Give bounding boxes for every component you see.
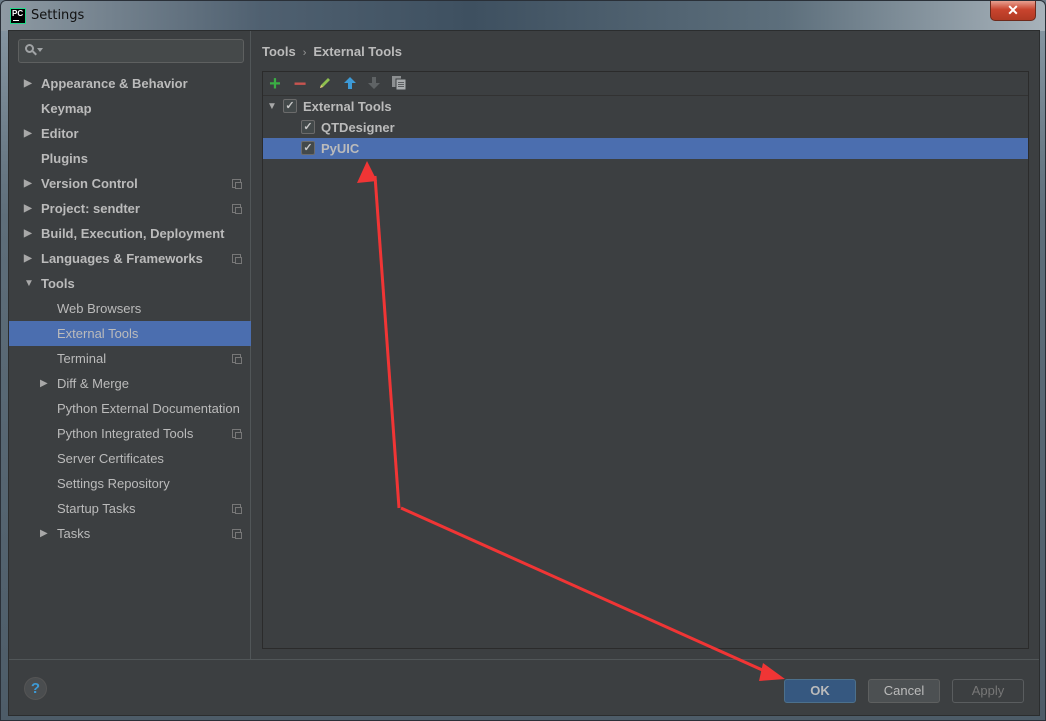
project-level-icon — [232, 179, 242, 189]
expand-right-icon[interactable]: ▶ — [24, 71, 32, 96]
search-icon[interactable] — [25, 44, 43, 58]
help-button[interactable]: ? — [24, 677, 47, 700]
tree-item-label: QTDesigner — [321, 120, 395, 135]
pyuic-checkbox[interactable]: ✓ — [301, 141, 315, 155]
sidebar-item-label: Startup Tasks — [57, 501, 136, 516]
move-down-button[interactable] — [365, 75, 383, 93]
sidebar-item-terminal[interactable]: Terminal — [9, 346, 251, 371]
settings-nav-tree: ▶ Appearance & Behavior Keymap ▶ Editor Plugi… — [9, 71, 251, 546]
sidebar-item-label: Keymap — [41, 101, 92, 116]
sidebar-item-label: Build, Execution, Deployment — [41, 226, 225, 241]
expand-down-icon[interactable]: ▼ — [24, 271, 34, 296]
title-bar: PC Settings ✕ — [1, 1, 1045, 31]
settings-sidebar: ▶ Appearance & Behavior Keymap ▶ Editor Plugi… — [9, 31, 251, 659]
sidebar-item-version-control[interactable]: ▶ Version Control — [9, 171, 251, 196]
sidebar-item-label: Tasks — [57, 526, 91, 541]
sidebar-item-label: Server Certificates — [57, 451, 164, 466]
sidebar-item-languages-frameworks[interactable]: ▶ Languages & Frameworks — [9, 246, 251, 271]
sidebar-item-label: Settings Repository — [57, 476, 170, 491]
main-pane: Tools › External Tools + − ▼ ✓ External … — [252, 31, 1041, 659]
tree-item-qtdesigner[interactable]: ✓ QTDesigner — [263, 117, 1028, 138]
sidebar-item-label: Editor — [41, 126, 79, 141]
breadcrumb-current: External Tools — [313, 44, 402, 59]
project-level-icon — [232, 204, 242, 214]
close-button[interactable]: ✕ — [990, 1, 1036, 21]
arrow-down-icon — [368, 77, 380, 89]
project-level-icon — [232, 354, 242, 364]
expand-right-icon[interactable]: ▶ — [24, 196, 32, 221]
sidebar-item-tasks[interactable]: ▶ Tasks — [9, 521, 251, 546]
expand-right-icon[interactable]: ▶ — [40, 521, 48, 546]
window-title: Settings — [31, 8, 85, 23]
tree-group-external-tools[interactable]: ▼ ✓ External Tools — [263, 96, 1028, 117]
edit-tool-button[interactable] — [316, 75, 334, 93]
sidebar-item-web-browsers[interactable]: Web Browsers — [9, 296, 251, 321]
sidebar-item-python-external-documentation[interactable]: Python External Documentation — [9, 396, 251, 421]
sidebar-item-plugins[interactable]: Plugins — [9, 146, 251, 171]
breadcrumb-parent: Tools — [262, 44, 296, 59]
group-checkbox[interactable]: ✓ — [283, 99, 297, 113]
copy-icon — [392, 76, 407, 91]
sidebar-item-server-certificates[interactable]: Server Certificates — [9, 446, 251, 471]
move-up-button[interactable] — [341, 75, 359, 93]
sidebar-item-keymap[interactable]: Keymap — [9, 96, 251, 121]
sidebar-item-build-execution-deployment[interactable]: ▶ Build, Execution, Deployment — [9, 221, 251, 246]
tree-group-label: External Tools — [303, 99, 392, 114]
tree-item-pyuic[interactable]: ✓ PyUIC — [263, 138, 1028, 159]
project-level-icon — [232, 429, 242, 439]
sidebar-item-label: Project: sendter — [41, 201, 140, 216]
sidebar-item-label: Terminal — [57, 351, 107, 366]
project-level-icon — [232, 529, 242, 539]
tools-tree: ▼ ✓ External Tools ✓ QTDesigner ✓ PyUIC — [263, 96, 1028, 159]
expand-right-icon[interactable]: ▶ — [40, 371, 48, 396]
sidebar-item-python-integrated-tools[interactable]: Python Integrated Tools — [9, 421, 251, 446]
settings-window: PC Settings ✕ ▶ Appearance & Behavior Keym… — [0, 0, 1046, 721]
expand-right-icon[interactable]: ▶ — [24, 246, 32, 271]
expand-down-icon[interactable]: ▼ — [267, 96, 277, 117]
sidebar-item-label: Python External Documentation — [57, 401, 240, 416]
tools-toolbar: + − — [263, 72, 1028, 96]
expand-right-icon[interactable]: ▶ — [24, 121, 32, 146]
sidebar-item-startup-tasks[interactable]: Startup Tasks — [9, 496, 251, 521]
ok-button[interactable]: OK — [784, 679, 856, 703]
sidebar-item-label: Web Browsers — [57, 301, 142, 316]
external-tools-panel: + − ▼ ✓ External Tools ✓ QTDesigner ✓ Py… — [262, 71, 1029, 649]
sidebar-item-label: Tools — [41, 276, 75, 291]
sidebar-item-settings-repository[interactable]: Settings Repository — [9, 471, 251, 496]
sidebar-item-label: Python Integrated Tools — [57, 426, 194, 441]
remove-tool-button[interactable]: − — [291, 73, 309, 95]
dialog-footer: ? OK Cancel Apply — [9, 659, 1039, 715]
dialog-content: ▶ Appearance & Behavior Keymap ▶ Editor Plugi… — [8, 30, 1040, 716]
copy-tool-button[interactable] — [390, 75, 408, 93]
sidebar-item-appearance-behavior[interactable]: ▶ Appearance & Behavior — [9, 71, 251, 96]
breadcrumb: Tools › External Tools — [262, 44, 402, 59]
sidebar-item-label: Diff & Merge — [57, 376, 130, 391]
minus-icon: − — [293, 71, 307, 96]
sidebar-item-label: Plugins — [41, 151, 88, 166]
plus-icon: + — [269, 73, 281, 95]
tree-item-label: PyUIC — [321, 141, 360, 156]
sidebar-item-editor[interactable]: ▶ Editor — [9, 121, 251, 146]
sidebar-item-label: External Tools — [57, 326, 139, 341]
search-input[interactable] — [18, 39, 244, 63]
sidebar-item-label: Languages & Frameworks — [41, 251, 203, 266]
sidebar-item-diff-merge[interactable]: ▶ Diff & Merge — [9, 371, 251, 396]
sidebar-item-project-sendter[interactable]: ▶ Project: sendter — [9, 196, 251, 221]
add-tool-button[interactable]: + — [266, 73, 284, 95]
breadcrumb-separator: › — [302, 47, 307, 59]
sidebar-item-tools[interactable]: ▼ Tools — [9, 271, 251, 296]
sidebar-item-label: Version Control — [41, 176, 138, 191]
project-level-icon — [232, 254, 242, 264]
expand-right-icon[interactable]: ▶ — [24, 171, 32, 196]
sidebar-item-label: Appearance & Behavior — [41, 76, 188, 91]
project-level-icon — [232, 504, 242, 514]
sidebar-item-external-tools[interactable]: External Tools — [9, 321, 251, 346]
qtdesigner-checkbox[interactable]: ✓ — [301, 120, 315, 134]
apply-button[interactable]: Apply — [952, 679, 1024, 703]
expand-right-icon[interactable]: ▶ — [24, 221, 32, 246]
pencil-icon — [320, 78, 330, 88]
cancel-button[interactable]: Cancel — [868, 679, 940, 703]
pycharm-app-icon: PC — [10, 8, 26, 24]
arrow-up-icon — [344, 77, 356, 89]
